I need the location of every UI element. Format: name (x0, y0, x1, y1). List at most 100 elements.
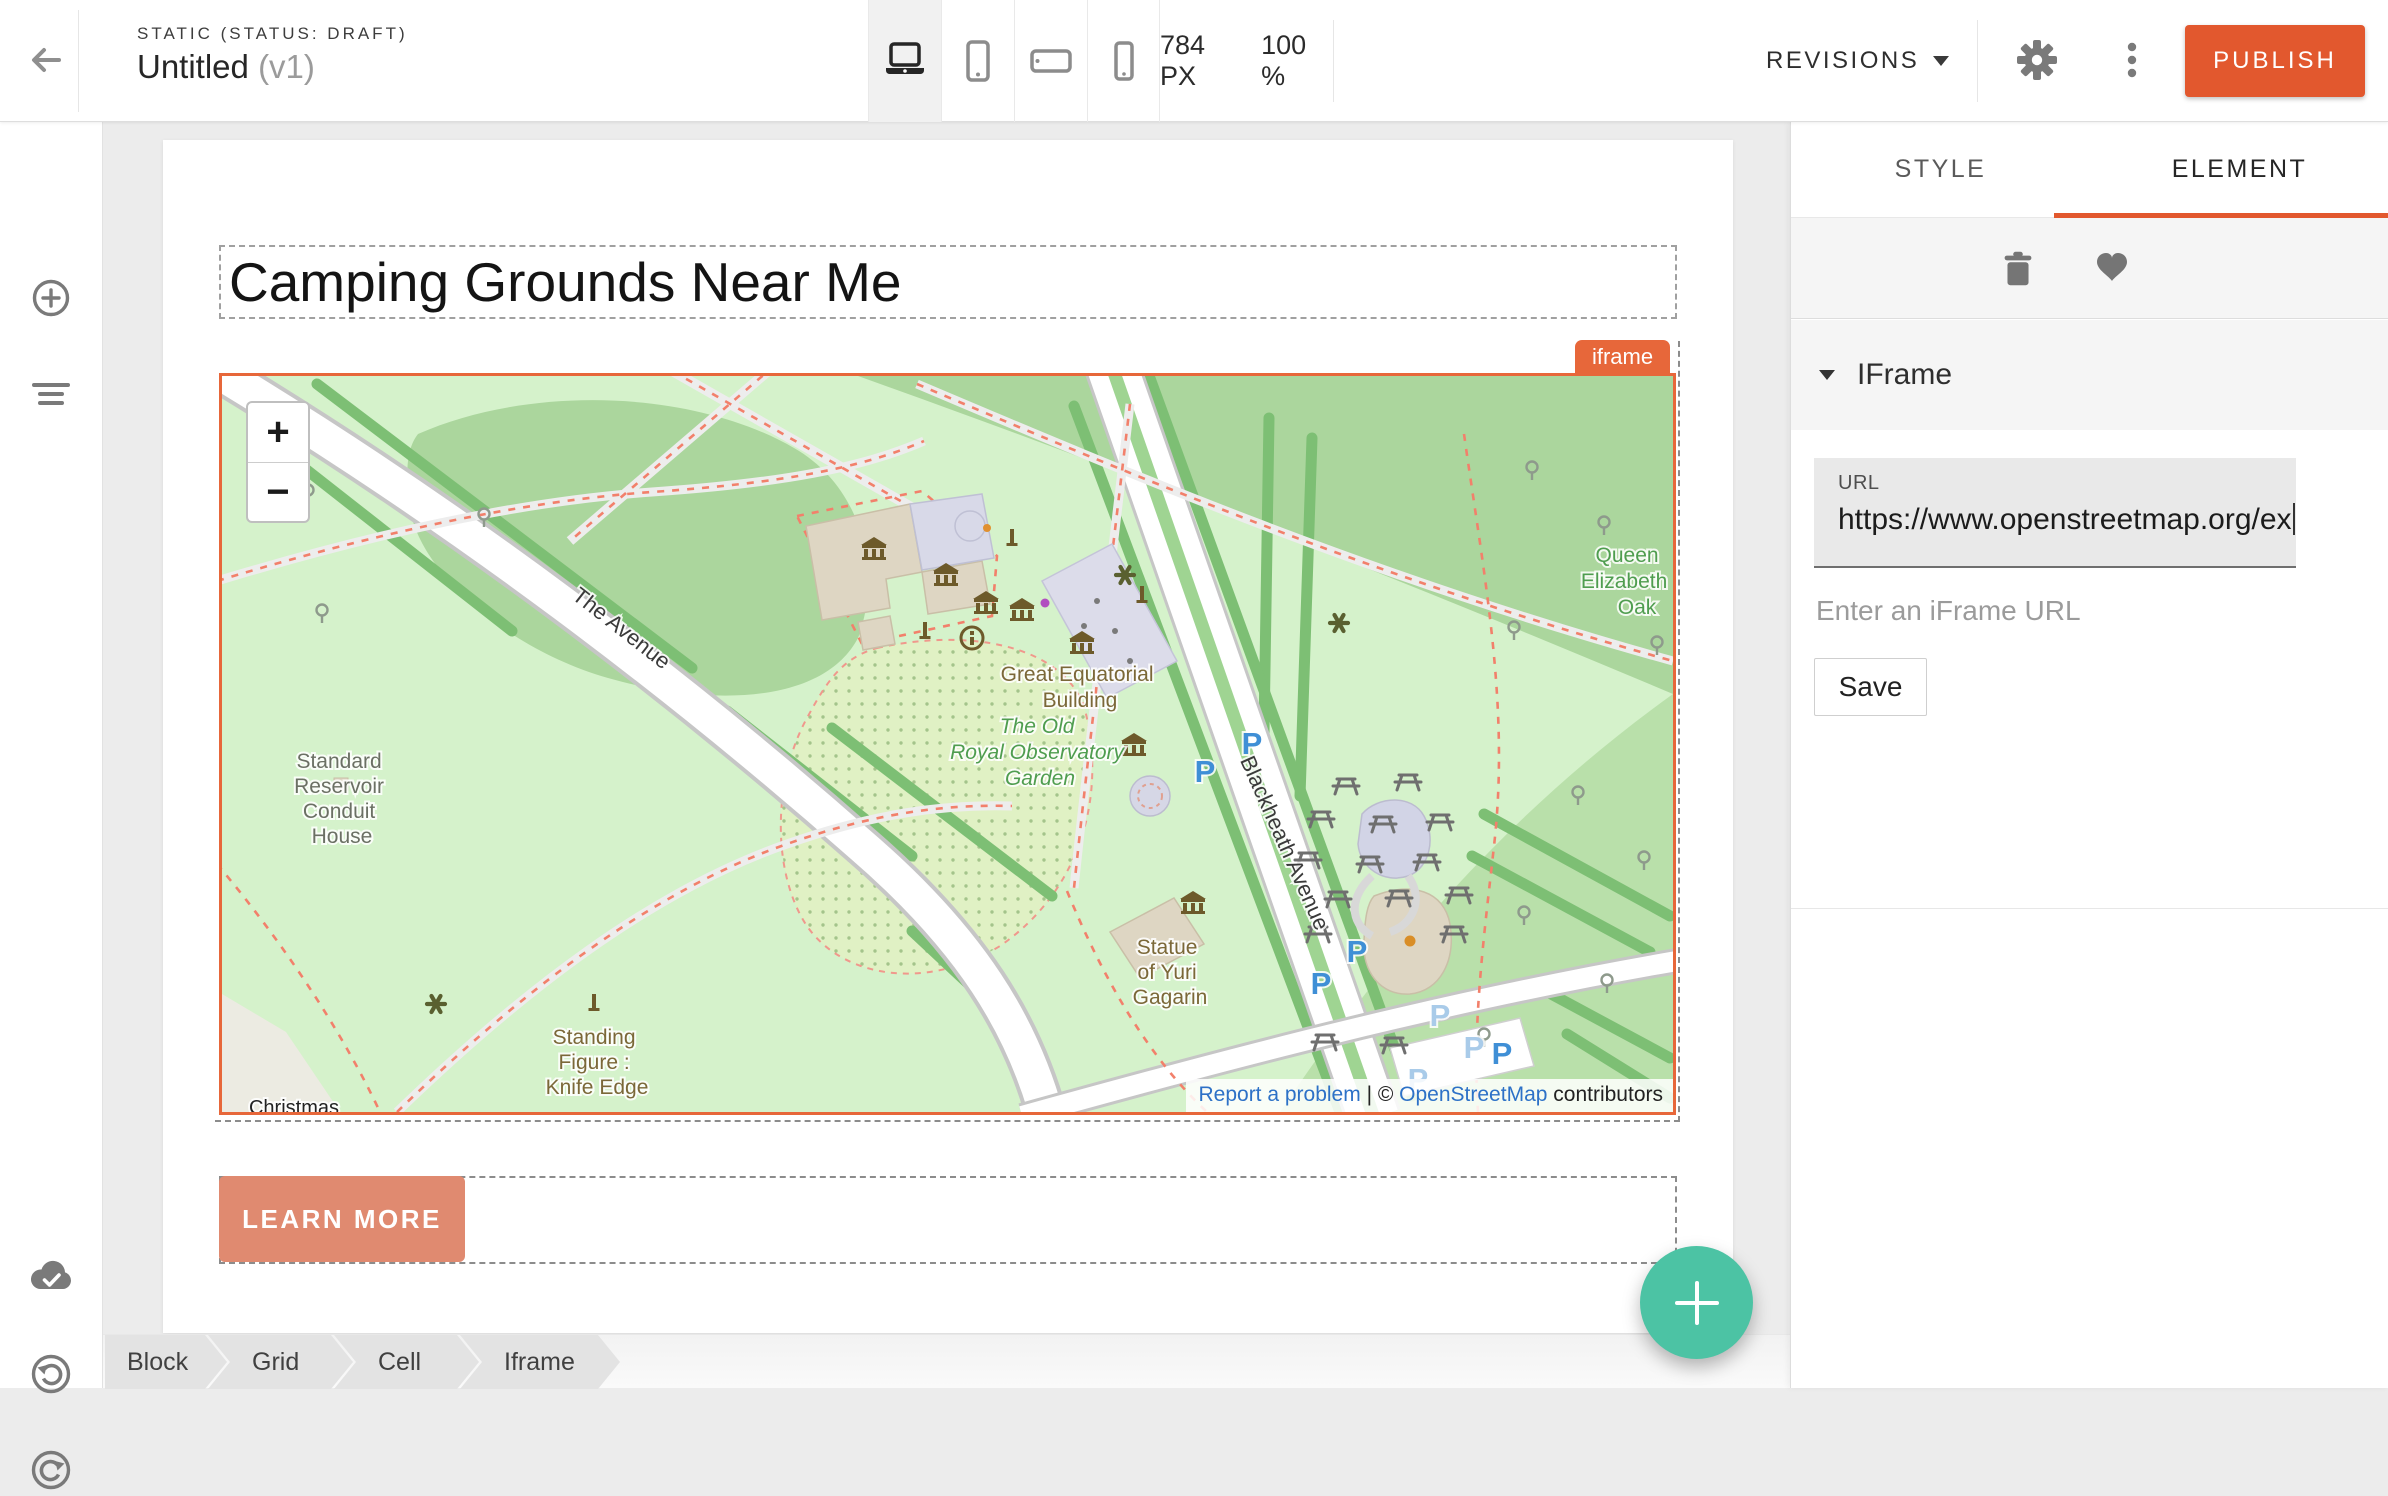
url-input[interactable]: URL https://www.openstreetmap.org/ex (1814, 458, 2296, 568)
add-element-button[interactable] (25, 272, 77, 324)
map-canvas[interactable]: The Avenue Blackheath Avenue Standard Re… (222, 376, 1673, 1112)
viewport-width-value: 784 PX (1160, 30, 1243, 92)
osm-map[interactable]: The Avenue Blackheath Avenue Standard Re… (222, 376, 1673, 1112)
breadcrumb-label: Iframe (504, 1348, 575, 1377)
element-actions-row (1791, 218, 2388, 319)
gear-icon (2014, 37, 2060, 83)
map-zoom-control: + − (246, 401, 310, 523)
breadcrumb-label: Grid (252, 1348, 299, 1377)
learn-more-button[interactable]: LEARN MORE (219, 1176, 465, 1262)
inspector-panel: STYLE ELEMENT IFrame URL https://www (1790, 122, 2388, 1388)
map-attribution: Report a problem | © OpenStreetMap contr… (1186, 1079, 1673, 1112)
svg-text:P: P (1242, 726, 1263, 761)
breadcrumb-grid[interactable]: Grid (208, 1335, 353, 1389)
svg-text:P: P (1195, 754, 1216, 789)
layers-button[interactable] (25, 368, 77, 420)
iframe-section-header[interactable]: IFrame (1791, 320, 2388, 430)
svg-text:P: P (1347, 934, 1368, 969)
panel-divider (1791, 908, 2388, 909)
document-title: Untitled (v1) (137, 48, 315, 86)
topbar-divider (78, 10, 79, 112)
knife-edge-label: Standing Figure : Knife Edge (546, 1026, 649, 1099)
breadcrumb-label: Cell (378, 1348, 421, 1377)
more-options-button[interactable] (2100, 28, 2164, 92)
device-preview-group (868, 0, 1160, 122)
trash-icon (1996, 246, 2040, 290)
svg-text:P: P (1311, 966, 1332, 1001)
redo-icon (27, 1446, 75, 1494)
add-block-fab[interactable] (1640, 1246, 1753, 1359)
attribution-separator: | © (1361, 1083, 1399, 1106)
heart-icon (2089, 245, 2135, 291)
document-version: (v1) (258, 48, 315, 85)
top-bar: STATIC (STATUS: DRAFT) Untitled (v1) (0, 0, 2388, 122)
revisions-label: REVISIONS (1766, 47, 1919, 75)
device-phone-button[interactable] (1087, 0, 1160, 122)
section-title: IFrame (1857, 358, 1952, 392)
cloud-check-icon (27, 1254, 75, 1302)
page-title: Camping Grounds Near Me (229, 250, 902, 314)
url-field-label: URL (1838, 472, 2296, 495)
save-label: Save (1839, 671, 1903, 703)
redo-button[interactable] (25, 1444, 77, 1496)
heading-block[interactable]: Camping Grounds Near Me (219, 245, 1677, 319)
tab-style[interactable]: STYLE (1791, 122, 2090, 217)
inspector-tabs: STYLE ELEMENT (1791, 122, 2388, 218)
device-tablet-portrait-button[interactable] (941, 0, 1014, 122)
undo-icon (27, 1350, 75, 1398)
breadcrumb-iframe[interactable]: Iframe (460, 1335, 620, 1389)
delete-element-button[interactable] (1986, 236, 2050, 300)
revisions-dropdown[interactable]: REVISIONS (1748, 0, 1967, 122)
layers-list-icon (28, 371, 74, 417)
phone-icon (1101, 38, 1147, 84)
map-zoom-out-button[interactable]: − (248, 463, 308, 522)
caret-down-icon (1933, 56, 1949, 66)
kebab-menu-icon (2109, 37, 2155, 83)
topbar-divider (1977, 20, 1978, 102)
caret-down-icon (1819, 370, 1835, 380)
add-circle-icon (28, 275, 74, 321)
tablet-landscape-icon (1028, 38, 1074, 84)
settings-button[interactable] (2005, 28, 2069, 92)
iframe-badge-label: iframe (1592, 344, 1653, 370)
url-field-value: https://www.openstreetmap.org/ex (1838, 503, 2292, 536)
save-button[interactable]: Save (1814, 658, 1927, 716)
gagarin-label: Statue of Yuri Gagarin (1133, 936, 1208, 1009)
tab-element[interactable]: ELEMENT (2090, 122, 2388, 217)
svg-text:P: P (1464, 1030, 1485, 1065)
report-problem-link[interactable]: Report a problem (1198, 1083, 1360, 1106)
iframe-block[interactable]: The Avenue Blackheath Avenue Standard Re… (219, 373, 1676, 1115)
tablet-portrait-icon (955, 38, 1001, 84)
favorite-element-button[interactable] (2080, 236, 2144, 300)
document-title-text: Untitled (137, 48, 249, 85)
publish-button[interactable]: PUBLISH (2185, 25, 2365, 97)
iframe-settings: URL https://www.openstreetmap.org/ex Ent… (1791, 430, 2388, 1388)
plus-icon (1675, 1281, 1719, 1325)
viewport-size-indicator: 784 PX 100 % (1160, 0, 1333, 122)
left-toolbar (0, 122, 103, 1388)
christmas-label: Christmas (249, 1097, 339, 1112)
zoom-level-value: 100 % (1261, 30, 1333, 92)
openstreetmap-link[interactable]: OpenStreetMap (1399, 1083, 1547, 1106)
breadcrumb-label: Block (127, 1348, 188, 1377)
svg-text:P: P (1430, 998, 1451, 1033)
undo-button[interactable] (25, 1348, 77, 1400)
iframe-element-badge: iframe (1575, 340, 1670, 374)
device-desktop-button[interactable] (868, 0, 941, 122)
learn-more-label: LEARN MORE (242, 1204, 442, 1235)
back-button[interactable] (16, 28, 78, 92)
topbar-divider (1333, 20, 1334, 102)
map-zoom-in-button[interactable]: + (248, 403, 308, 462)
text-caret (2293, 503, 2295, 535)
device-tablet-landscape-button[interactable] (1014, 0, 1087, 122)
attribution-contributors: contributors (1547, 1083, 1663, 1106)
laptop-icon (882, 38, 928, 84)
breadcrumb-cell[interactable]: Cell (334, 1335, 479, 1389)
element-breadcrumb-bar: Block Grid Cell Iframe (103, 1334, 1790, 1388)
svg-text:P: P (1492, 1036, 1513, 1071)
back-arrow-icon (24, 37, 70, 83)
breadcrumb-block[interactable]: Block (105, 1335, 227, 1389)
saved-status-button[interactable] (25, 1252, 77, 1304)
url-helper-text: Enter an iFrame URL (1816, 595, 2081, 627)
publish-label: PUBLISH (2213, 47, 2337, 75)
